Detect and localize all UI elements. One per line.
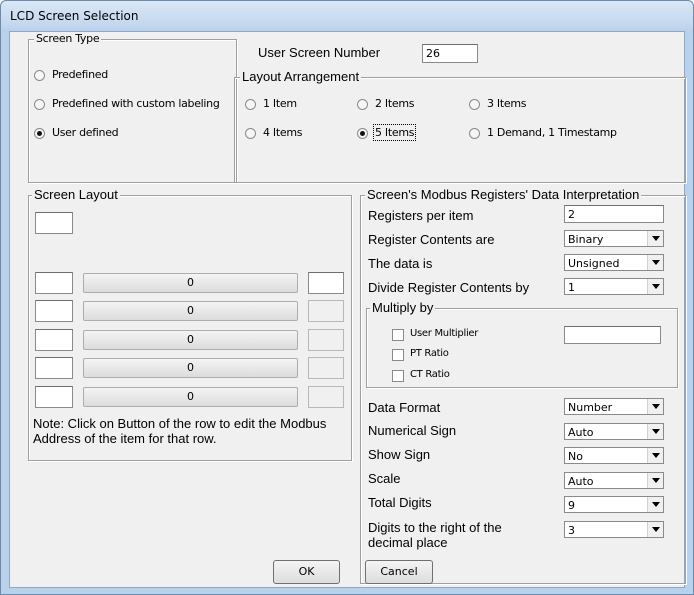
chevron-down-icon — [647, 424, 663, 439]
radio-4-items-label: 4 Items — [263, 126, 303, 139]
user-multiplier-input[interactable] — [564, 326, 661, 344]
row-1-address-button[interactable]: 0 — [83, 273, 298, 293]
row-4-address-button[interactable]: 0 — [83, 358, 298, 378]
scale-label: Scale — [368, 471, 401, 486]
chevron-down-icon — [647, 279, 663, 294]
registers-per-item-input[interactable]: 2 — [564, 205, 664, 223]
numerical-sign-value: Auto — [568, 426, 594, 439]
data-format-select[interactable]: Number — [564, 398, 664, 415]
show-sign-label: Show Sign — [368, 447, 431, 462]
row-1-right-field[interactable] — [308, 272, 344, 294]
data-format-value: Number — [568, 401, 613, 414]
ct-ratio-checkbox[interactable] — [392, 370, 404, 382]
radio-2-items-label: 2 Items — [375, 97, 415, 110]
radio-2-items[interactable] — [357, 99, 368, 110]
ok-button[interactable]: OK — [273, 560, 340, 584]
multiply-by-legend: Multiply by — [370, 300, 436, 315]
user-multiplier-label: User Multiplier — [410, 328, 479, 339]
radio-1-item-label: 1 Item — [263, 97, 297, 110]
show-sign-value: No — [568, 450, 583, 463]
row-1-left-field[interactable] — [35, 272, 73, 294]
chevron-down-icon — [647, 497, 663, 512]
radio-3-items[interactable] — [469, 99, 480, 110]
radio-predefined[interactable] — [34, 70, 45, 81]
radio-1-item[interactable] — [245, 99, 256, 110]
divide-by-label: Divide Register Contents by — [368, 280, 530, 295]
title-bar[interactable]: LCD Screen Selection — [1, 1, 693, 29]
radio-3-items-label: 3 Items — [487, 97, 527, 110]
chevron-down-icon — [647, 522, 663, 537]
digits-right-select[interactable]: 3 — [564, 521, 664, 538]
layout-arrangement-legend: Layout Arrangement — [240, 69, 362, 84]
dialog-client-area: Screen Type Predefined Predefined with c… — [9, 31, 686, 588]
radio-1-demand-1-timestamp-label: 1 Demand, 1 Timestamp — [487, 126, 617, 139]
radio-user-defined-label: User defined — [52, 126, 119, 139]
cancel-button[interactable]: Cancel — [365, 560, 433, 584]
user-screen-number-label: User Screen Number — [258, 45, 381, 60]
row-4-left-field[interactable] — [35, 357, 73, 379]
registers-per-item-label: Registers per item — [368, 208, 474, 223]
total-digits-value: 9 — [568, 499, 575, 512]
divide-by-select[interactable]: 1 — [564, 278, 664, 295]
row-2-right-field[interactable] — [308, 300, 344, 322]
ct-ratio-label: CT Ratio — [410, 369, 450, 380]
radio-predefined-custom-label: Predefined with custom labeling — [52, 97, 220, 110]
chevron-down-icon — [647, 473, 663, 488]
show-sign-select[interactable]: No — [564, 447, 664, 464]
user-multiplier-checkbox[interactable] — [392, 329, 404, 341]
radio-1-demand-1-timestamp[interactable] — [469, 128, 480, 139]
data-is-value: Unsigned — [568, 257, 620, 270]
user-screen-number-input[interactable]: 26 — [422, 44, 478, 63]
row-3-left-field[interactable] — [35, 329, 73, 351]
data-format-label: Data Format — [368, 400, 441, 415]
row-3-address-button[interactable]: 0 — [83, 330, 298, 350]
digits-right-label: Digits to the right of the decimal place — [368, 520, 502, 550]
data-is-label: The data is — [368, 256, 433, 271]
screen-layout-header-field[interactable] — [35, 212, 73, 234]
chevron-down-icon — [647, 448, 663, 463]
pt-ratio-label: PT Ratio — [410, 348, 449, 359]
total-digits-select[interactable]: 9 — [564, 496, 664, 513]
numerical-sign-select[interactable]: Auto — [564, 423, 664, 440]
chevron-down-icon — [647, 399, 663, 414]
numerical-sign-label: Numerical Sign — [368, 423, 457, 438]
chevron-down-icon — [647, 231, 663, 246]
radio-4-items[interactable] — [245, 128, 256, 139]
row-2-left-field[interactable] — [35, 300, 73, 322]
row-5-left-field[interactable] — [35, 386, 73, 408]
radio-predefined-custom[interactable] — [34, 99, 45, 110]
divide-by-value: 1 — [568, 281, 575, 294]
row-5-right-field[interactable] — [308, 386, 344, 408]
row-2-address-button[interactable]: 0 — [83, 301, 298, 321]
chevron-down-icon — [647, 255, 663, 270]
register-contents-label: Register Contents are — [368, 232, 495, 247]
radio-5-items-label: 5 Items — [372, 124, 417, 141]
data-is-select[interactable]: Unsigned — [564, 254, 664, 271]
total-digits-label: Total Digits — [368, 495, 432, 510]
window-title: LCD Screen Selection — [10, 9, 139, 23]
radio-predefined-label: Predefined — [52, 68, 108, 81]
scale-select[interactable]: Auto — [564, 472, 664, 489]
screen-layout-note: Note: Click on Button of the row to edit… — [33, 416, 327, 446]
pt-ratio-checkbox[interactable] — [392, 349, 404, 361]
digits-right-value: 3 — [568, 524, 575, 537]
screen-type-legend: Screen Type — [34, 32, 102, 45]
dialog-window: LCD Screen Selection Screen Type Predefi… — [0, 0, 694, 595]
scale-value: Auto — [568, 475, 594, 488]
radio-5-items[interactable] — [357, 128, 368, 139]
screen-layout-legend: Screen Layout — [32, 187, 120, 202]
register-contents-select[interactable]: Binary — [564, 230, 664, 247]
registers-legend: Screen's Modbus Registers' Data Interpre… — [365, 187, 642, 202]
screen-type-group — [28, 39, 237, 183]
register-contents-value: Binary — [568, 233, 604, 246]
row-5-address-button[interactable]: 0 — [83, 387, 298, 407]
row-4-right-field[interactable] — [308, 357, 344, 379]
row-3-right-field[interactable] — [308, 329, 344, 351]
radio-user-defined[interactable] — [34, 128, 45, 139]
